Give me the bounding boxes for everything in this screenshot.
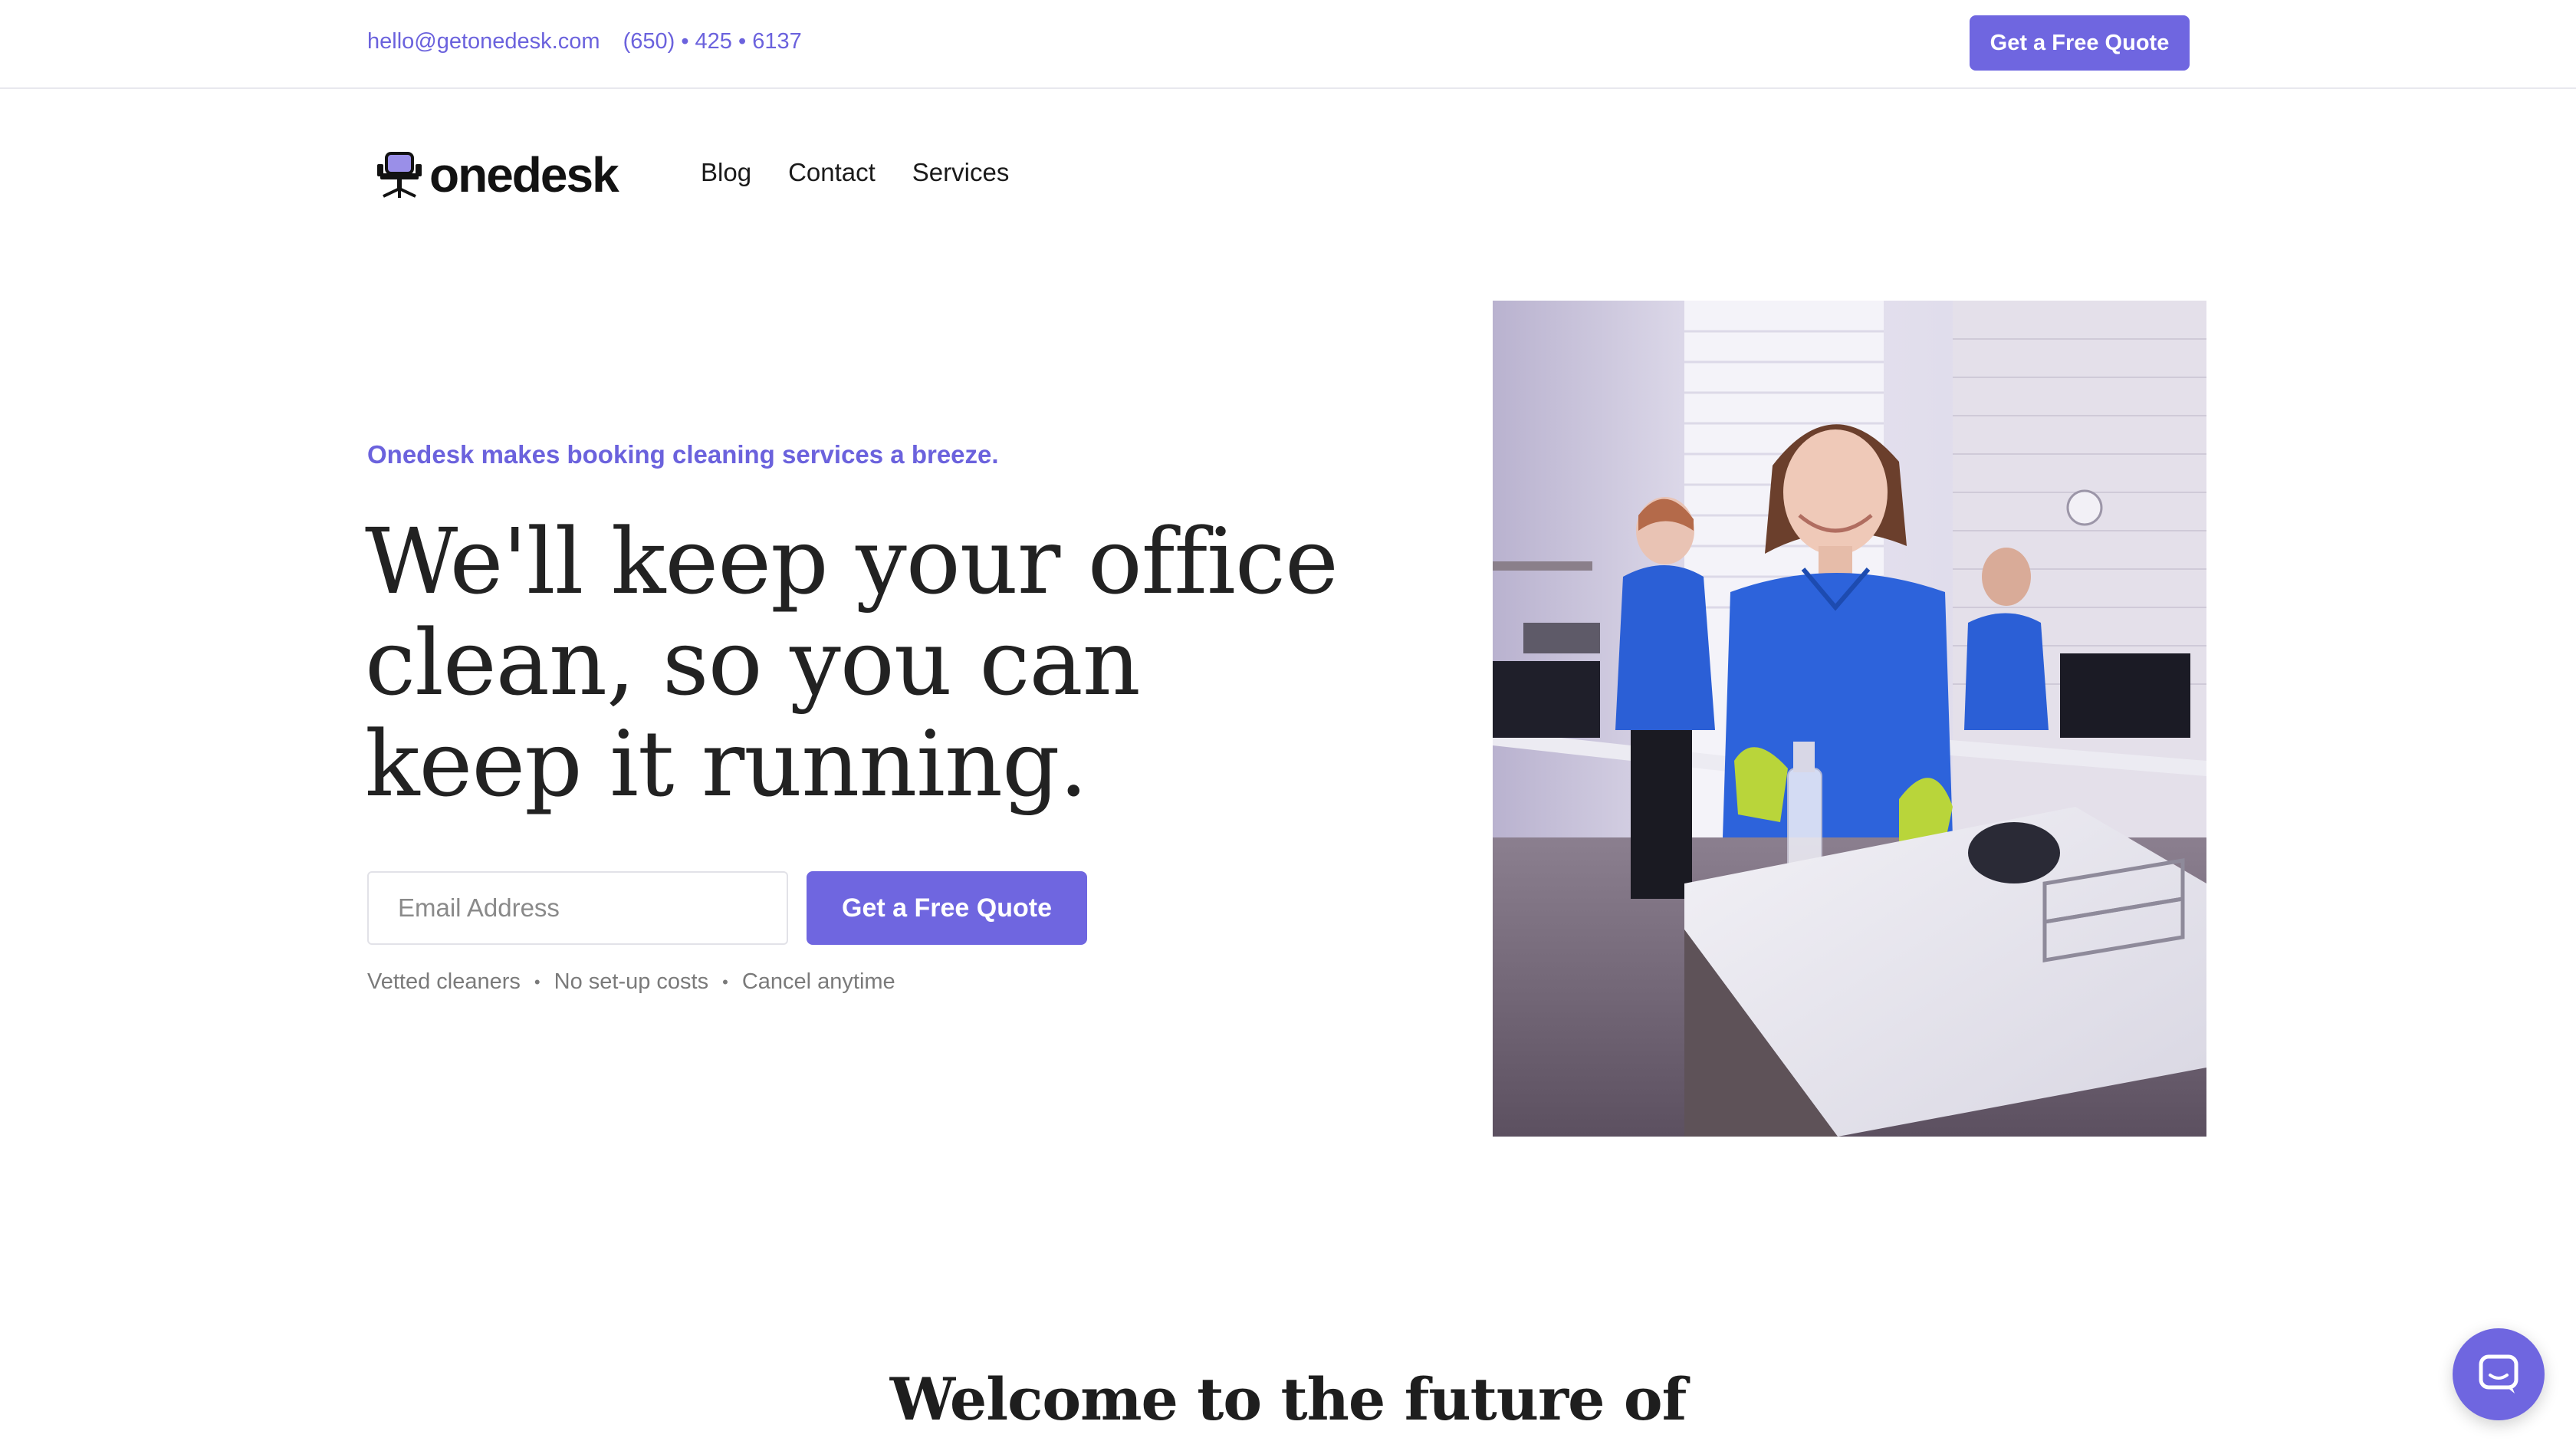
phone-link[interactable]: (650) • 425 • 6137 (623, 29, 802, 54)
chat-bubble-icon (2479, 1354, 2518, 1393)
top-contact-bar: hello@getonedesk.com (650) • 425 • 6137 … (0, 0, 2576, 89)
hero-quote-button[interactable]: Get a Free Quote (807, 871, 1087, 945)
office-chair-icon (377, 152, 422, 198)
headline-line-3: keep it running. (365, 711, 1088, 817)
contact-info: hello@getonedesk.com (650) • 425 • 6137 (367, 29, 819, 54)
chat-launcher[interactable] (2453, 1328, 2545, 1420)
nav-item-blog[interactable]: Blog (701, 158, 751, 187)
email-link[interactable]: hello@getonedesk.com (367, 29, 600, 54)
separator: • (534, 972, 540, 992)
hero-eyebrow: Onedesk makes booking cleaning services … (367, 440, 999, 469)
nav-menu: Blog Contact Services (701, 158, 1046, 187)
headline-line-1: We'll keep your office (365, 508, 1339, 614)
nav-item-services[interactable]: Services (912, 158, 1010, 187)
feature-item: Vetted cleaners (367, 969, 521, 994)
welcome-heading: Welcome to the future of (889, 1365, 1687, 1433)
office-cleaning-photo (1493, 301, 2206, 1137)
quote-form: Get a Free Quote (367, 871, 1087, 945)
feature-item: No set-up costs (554, 969, 709, 994)
main-navigation: onedesk Blog Contact Services (0, 89, 2576, 250)
feature-list: Vetted cleaners • No set-up costs • Canc… (367, 969, 895, 995)
logo-wordmark: onedesk (429, 147, 619, 202)
email-input[interactable] (367, 871, 788, 945)
feature-item: Cancel anytime (741, 969, 895, 994)
hero-headline: We'll keep your office clean, so you can… (365, 511, 1346, 814)
headline-line-2: clean, so you can (365, 610, 1141, 716)
separator: • (722, 972, 728, 992)
logo[interactable]: onedesk (376, 144, 619, 206)
topbar-quote-button[interactable]: Get a Free Quote (1970, 15, 2190, 71)
nav-item-contact[interactable]: Contact (788, 158, 876, 187)
hero-image (1493, 301, 2206, 1137)
